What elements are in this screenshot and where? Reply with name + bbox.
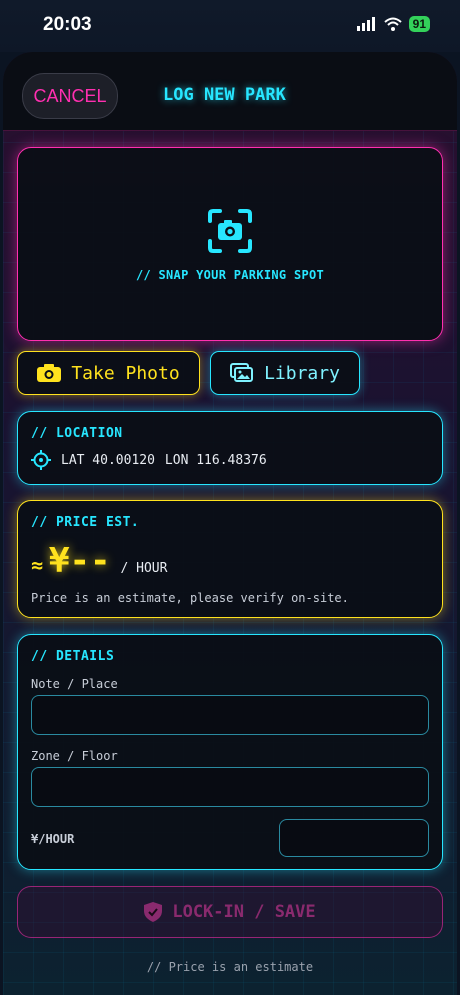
save-button[interactable]: LOCK-IN / SAVE [17, 886, 443, 938]
latitude-value: LAT 40.00120 [61, 452, 155, 468]
hourly-rate-input[interactable] [279, 819, 429, 857]
page-title: LOG NEW PARK [163, 85, 286, 105]
battery-indicator: 91 [408, 16, 430, 32]
zone-floor-label: Zone / Floor [31, 749, 118, 763]
shield-check-icon [144, 902, 163, 922]
location-section-title: // LOCATION [31, 426, 123, 441]
take-photo-label: Take Photo [71, 362, 180, 384]
footer-note: // Price is an estimate [146, 960, 314, 974]
header: CANCEL LOG NEW PARK [3, 52, 457, 131]
zone-floor-input[interactable] [31, 767, 429, 807]
save-label: LOCK-IN / SAVE [172, 902, 316, 922]
location-card: // LOCATION LAT 40.00120 LON 116.48376 [17, 411, 443, 485]
longitude-value: LON 116.48376 [164, 452, 267, 468]
note-place-label: Note / Place [31, 677, 118, 691]
log-park-sheet: CANCEL LOG NEW PARK // SNAP YOUR PARKING… [3, 52, 457, 995]
photo-hint: // SNAP YOUR PARKING SPOT [135, 268, 325, 282]
hourly-rate-label: ¥/HOUR [31, 832, 75, 846]
location-coords: LAT 40.00120 LON 116.48376 [31, 450, 267, 470]
price-unit: / HOUR [120, 561, 168, 576]
price-row: ≈ ¥-- / HOUR [31, 541, 167, 581]
status-icons: 91 [356, 16, 430, 32]
camera-icon [37, 364, 62, 382]
photo-library-icon [230, 363, 254, 382]
signal-icon [356, 17, 375, 31]
crosshair-icon [31, 450, 51, 470]
status-time: 20:03 [43, 14, 92, 35]
take-photo-button[interactable]: Take Photo [17, 351, 200, 395]
approx-symbol: ≈ [31, 553, 44, 577]
price-note: Price is an estimate, please verify on-s… [31, 591, 349, 605]
note-place-input[interactable] [31, 695, 429, 735]
price-value: ¥-- [49, 541, 111, 581]
camera-viewfinder-icon [208, 209, 252, 253]
wifi-icon [383, 17, 402, 31]
details-section-title: // DETAILS [31, 649, 115, 664]
library-button[interactable]: Library [210, 351, 360, 395]
price-estimate-card: // PRICE EST. ≈ ¥-- / HOUR Price is an e… [17, 500, 443, 618]
price-section-title: // PRICE EST. [31, 515, 140, 530]
status-bar: 20:03 91 [0, 0, 460, 52]
cancel-button[interactable]: CANCEL [22, 73, 118, 119]
library-label: Library [264, 362, 340, 384]
photo-drop-area[interactable]: // SNAP YOUR PARKING SPOT [17, 147, 443, 341]
details-card: // DETAILS Note / Place Zone / Floor ¥/H… [17, 634, 443, 870]
